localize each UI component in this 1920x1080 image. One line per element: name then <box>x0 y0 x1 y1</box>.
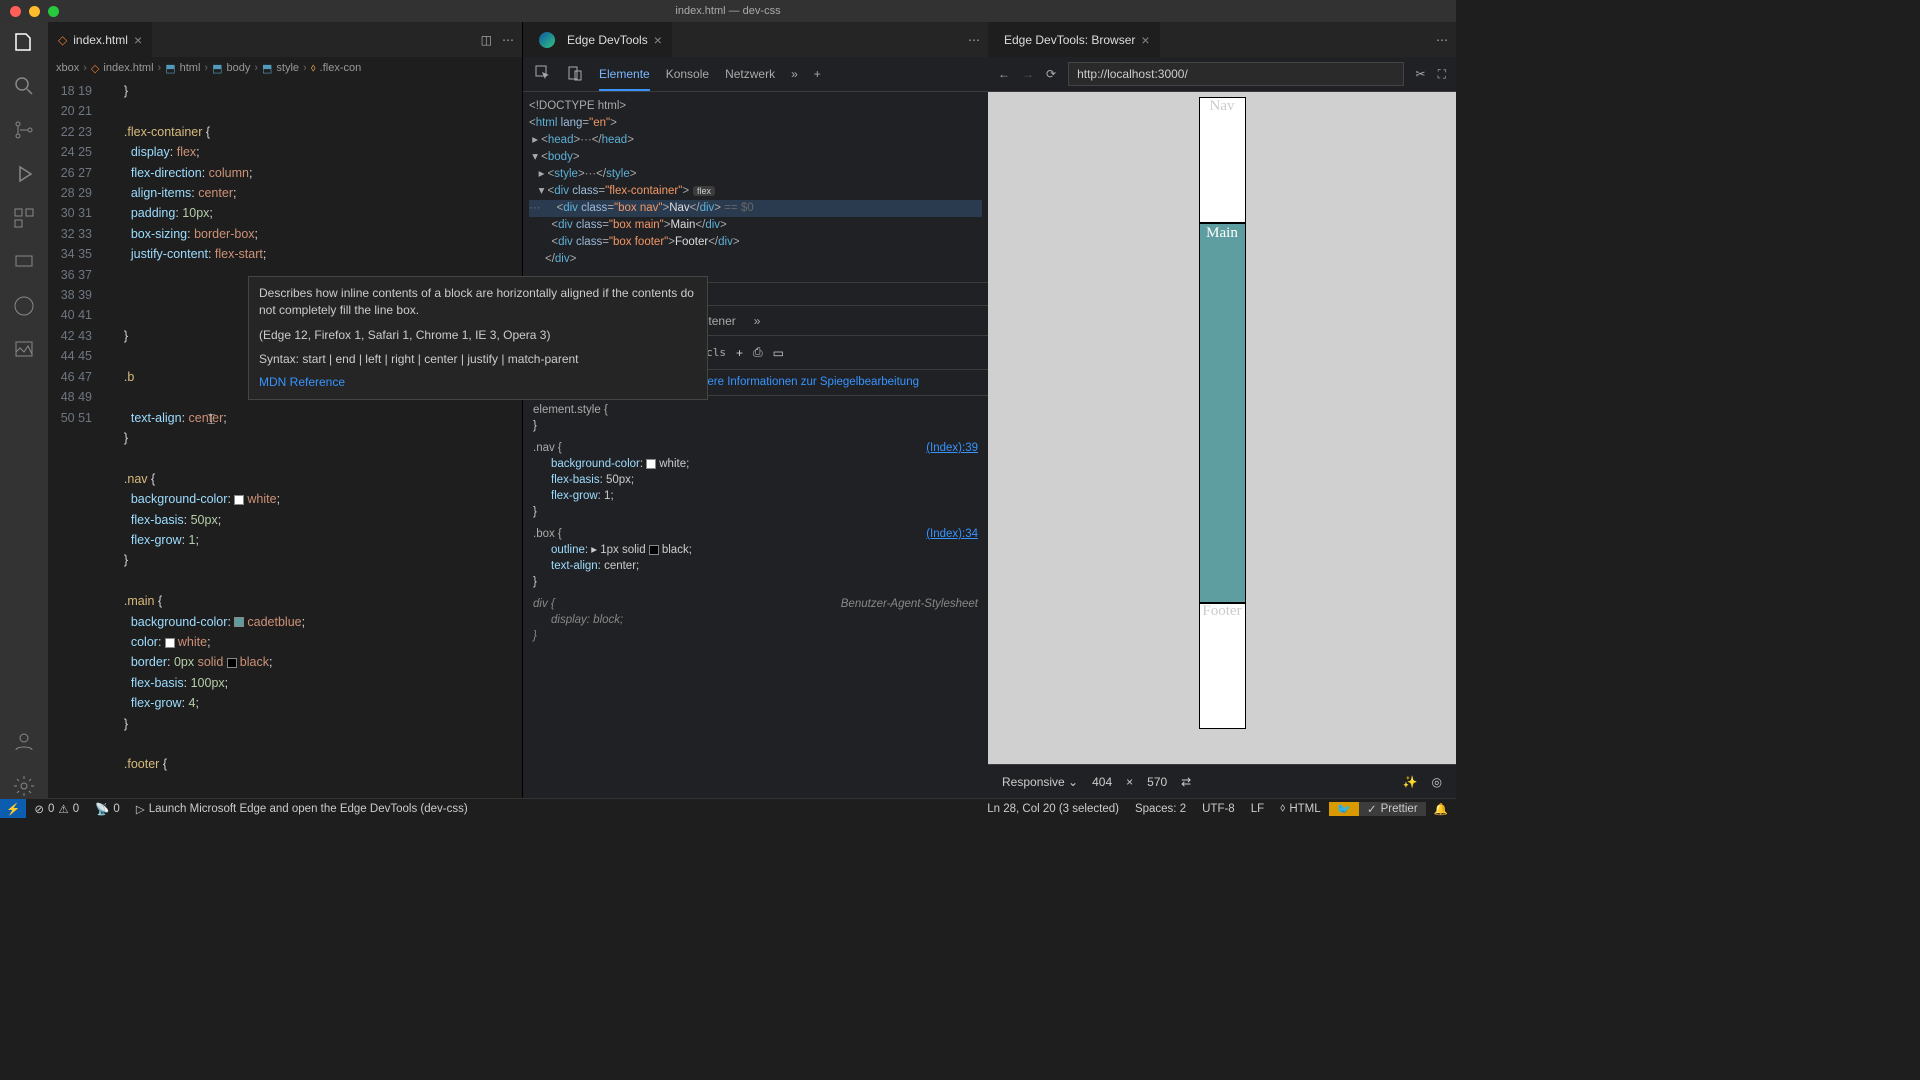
source-link[interactable]: (Index):39 <box>926 440 978 456</box>
status-bar: ⚡ ⊘ 0 ⚠ 0 📡 0 ▷ Launch Microsoft Edge an… <box>0 798 1456 818</box>
url-input[interactable] <box>1068 62 1403 86</box>
back-icon[interactable]: ← <box>998 67 1010 81</box>
expand-icon[interactable]: ⛶ <box>1438 67 1446 82</box>
language[interactable]: ⬨ HTML <box>1272 802 1329 816</box>
debug-launch[interactable]: ▷ Launch Microsoft Edge and open the Edg… <box>128 802 476 816</box>
close-icon[interactable]: × <box>134 32 142 48</box>
close-icon[interactable]: × <box>654 32 662 48</box>
dom-tree[interactable]: <!DOCTYPE html> <html lang="en"> ▸ <head… <box>523 92 988 282</box>
tab-edge-devtools[interactable]: Edge DevTools × <box>523 22 672 57</box>
width-value[interactable]: 404 <box>1092 775 1112 789</box>
problems[interactable]: ⊘ 0 ⚠ 0 <box>26 802 87 816</box>
height-value[interactable]: 570 <box>1147 775 1167 789</box>
add-tab-icon[interactable]: + <box>814 67 821 81</box>
html-file-icon: ◇ <box>58 33 67 47</box>
cursor-position[interactable]: Ln 28, Col 20 (3 selected) <box>979 802 1127 816</box>
breadcrumb[interactable]: xbox› ◇index.html› ⬒html› ⬒body› ⬒style›… <box>48 57 522 79</box>
split-editor-icon[interactable]: ◫ <box>481 33 492 47</box>
screenshot-icon[interactable]: ✂ <box>1416 67 1426 81</box>
tweet-icon[interactable]: 🐦 <box>1329 802 1359 816</box>
overflow-icon[interactable]: » <box>754 314 761 328</box>
elements-tab[interactable]: Elemente <box>599 67 650 91</box>
device-icon[interactable] <box>567 65 583 84</box>
activity-bar <box>0 22 48 798</box>
more-icon[interactable]: ⋯ <box>502 33 514 47</box>
settings-icon[interactable] <box>12 774 36 798</box>
debug-icon[interactable] <box>12 162 36 186</box>
add-rule-icon[interactable]: + <box>736 346 743 360</box>
bell-icon[interactable]: 🔔 <box>1426 802 1456 816</box>
remote-icon[interactable] <box>12 250 36 274</box>
preview-footer: Footer <box>1200 603 1245 728</box>
edge-icon[interactable] <box>12 294 36 318</box>
code-editor[interactable]: 18 19 20 21 22 23 24 25 26 27 28 29 30 3… <box>48 79 522 798</box>
prettier[interactable]: ✓ Prettier <box>1359 802 1426 816</box>
titlebar: index.html — dev-css <box>0 0 1456 22</box>
styles-panel[interactable]: element.style {} (Index):39 .nav { backg… <box>523 396 988 798</box>
search-icon[interactable] <box>12 74 36 98</box>
more-icon[interactable]: ⋯ <box>968 33 980 47</box>
eol[interactable]: LF <box>1243 802 1272 816</box>
url-bar: ← → ⟳ ✂ ⛶ <box>988 57 1456 92</box>
network-tab[interactable]: Netzwerk <box>725 67 775 81</box>
window-title: index.html — dev-css <box>675 5 780 17</box>
editor-tabs: ◇ index.html × ◫ ⋯ <box>48 22 522 57</box>
devtools-tabs: Edge DevTools × ⋯ <box>523 22 988 57</box>
close-window[interactable] <box>10 6 21 17</box>
remote-indicator[interactable]: ⚡ <box>0 799 26 818</box>
explorer-icon[interactable] <box>12 30 36 54</box>
edge-logo-icon <box>539 32 555 48</box>
mirror-info-link[interactable]: Weitere Informationen zur Spiegelbearbei… <box>685 376 919 388</box>
preview-nav: Nav <box>1200 98 1245 223</box>
tab-browser[interactable]: Edge DevTools: Browser × <box>988 22 1160 57</box>
forward-icon[interactable]: → <box>1022 67 1034 81</box>
mdn-link[interactable]: MDN Reference <box>259 374 697 391</box>
port[interactable]: 📡 0 <box>87 802 128 816</box>
git-icon[interactable] <box>12 118 36 142</box>
account-icon[interactable] <box>12 730 36 754</box>
images-icon[interactable] <box>12 338 36 362</box>
close-icon[interactable]: × <box>1141 32 1149 48</box>
devtools-toolbar: Elemente Konsole Netzwerk » + <box>523 57 988 92</box>
maximize-window[interactable] <box>48 6 59 17</box>
tab-index-html[interactable]: ◇ index.html × <box>48 22 152 57</box>
browser-preview: Nav Main Footer <box>988 92 1456 764</box>
line-gutter: 18 19 20 21 22 23 24 25 26 27 28 29 30 3… <box>48 79 110 798</box>
minimize-window[interactable] <box>29 6 40 17</box>
inspect-icon[interactable] <box>535 65 551 84</box>
indent[interactable]: Spaces: 2 <box>1127 802 1194 816</box>
tab-label: index.html <box>73 33 128 47</box>
overflow-icon[interactable]: » <box>791 67 798 81</box>
wand-icon[interactable]: ✨ <box>1403 775 1418 789</box>
more-icon[interactable]: ⋯ <box>1436 33 1448 47</box>
source-link[interactable]: (Index):34 <box>926 526 978 542</box>
pane-icon[interactable]: ▭ <box>773 346 784 360</box>
reload-icon[interactable]: ⟳ <box>1046 67 1056 81</box>
console-tab[interactable]: Konsole <box>666 67 709 81</box>
target-icon[interactable]: ◎ <box>1432 775 1442 789</box>
rotate-icon[interactable]: ⇄ <box>1181 775 1191 789</box>
responsive-dropdown[interactable]: Responsive ⌄ <box>1002 775 1078 789</box>
browser-tabs: Edge DevTools: Browser × ⋯ <box>988 22 1456 57</box>
print-icon[interactable]: ⎙ <box>753 345 763 360</box>
hover-tooltip: Describes how inline contents of a block… <box>248 276 708 400</box>
encoding[interactable]: UTF-8 <box>1194 802 1243 816</box>
preview-main: Main <box>1200 223 1245 603</box>
extensions-icon[interactable] <box>12 206 36 230</box>
responsive-bar: Responsive ⌄ 404 × 570 ⇄ ✨ ◎ <box>988 764 1456 798</box>
